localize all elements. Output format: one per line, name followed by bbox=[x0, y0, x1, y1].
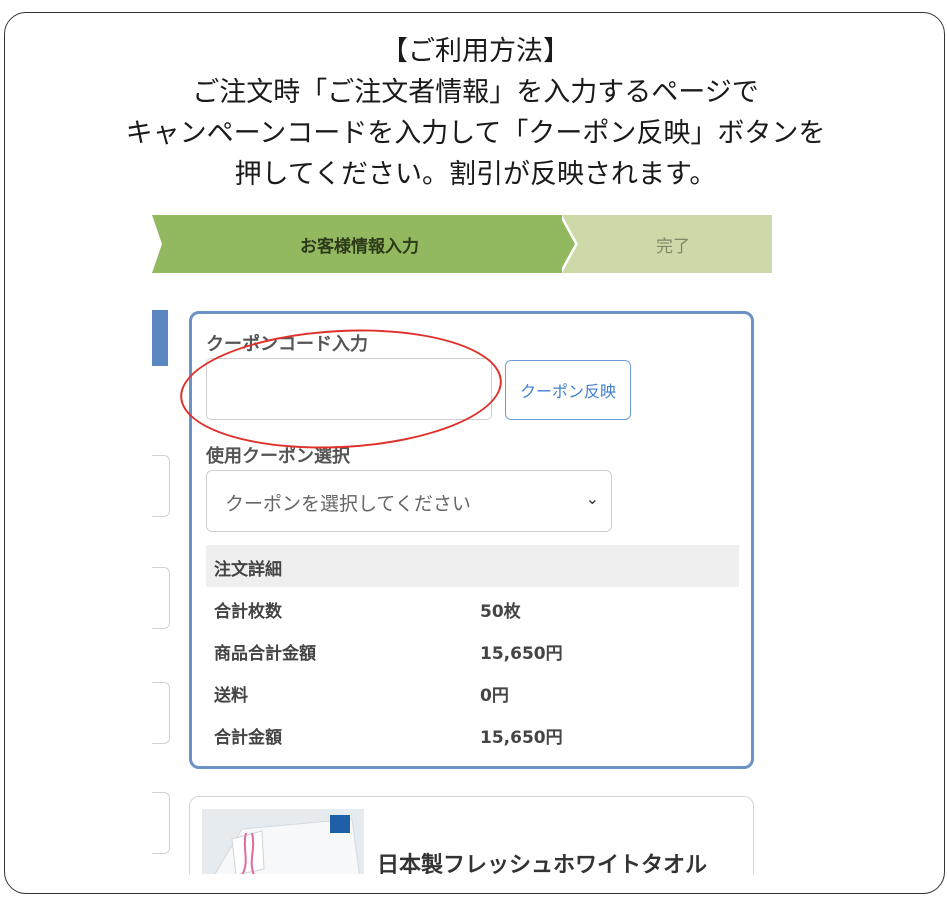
step-complete-label: 完了 bbox=[656, 237, 690, 257]
form-field-edge[interactable] bbox=[152, 682, 170, 744]
order-row-value: 0円 bbox=[480, 686, 509, 706]
order-row-label: 送料 bbox=[214, 686, 248, 706]
form-field-edge[interactable] bbox=[152, 567, 170, 629]
instructions-line-3: 押してください。割引が反映されます。 bbox=[234, 159, 717, 190]
step-arrow bbox=[559, 215, 575, 273]
coupon-select-value: クーポンを選択してください bbox=[225, 493, 471, 515]
section-accent-bar bbox=[152, 310, 168, 366]
instructions-line-1: ご注文時「ご注文者情報」を入力するページで bbox=[192, 77, 759, 108]
checkout-screenshot: お客様情報入力 完了 クーポンコード入力 クーポン反映 使用クーポン選択 クーポ… bbox=[152, 212, 772, 874]
product-title: 日本製フレッシュホワイトタオル bbox=[377, 853, 708, 874]
checkout-steps: お客様情報入力 完了 bbox=[152, 215, 772, 273]
order-row-label: 合計金額 bbox=[214, 728, 282, 748]
form-field-edge[interactable] bbox=[152, 455, 170, 517]
step-notch bbox=[152, 215, 162, 273]
order-row-value: 50枚 bbox=[480, 602, 521, 622]
order-row-label: 商品合計金額 bbox=[214, 644, 316, 664]
usage-instructions: 【ご利用方法】 ご注文時「ご注文者情報」を入力するページで キャンペーンコードを… bbox=[5, 31, 944, 195]
order-row-value: 15,650円 bbox=[480, 644, 563, 664]
order-detail-title: 注文詳細 bbox=[214, 560, 282, 580]
chevron-down-icon: ⌄ bbox=[585, 489, 599, 508]
step-customer-info-label: お客様情報入力 bbox=[300, 237, 419, 257]
order-row-value: 15,650円 bbox=[480, 728, 563, 748]
product-card[interactable]: 日本製フレッシュホワイトタオル bbox=[189, 796, 754, 874]
product-image bbox=[202, 809, 364, 874]
instructions-line-2: キャンペーンコードを入力して「クーポン反映」ボタンを bbox=[125, 118, 826, 149]
coupon-select[interactable]: クーポンを選択してください ⌄ bbox=[206, 470, 612, 532]
coupon-apply-button[interactable]: クーポン反映 bbox=[505, 360, 631, 420]
instructions-heading: 【ご利用方法】 bbox=[381, 36, 570, 67]
order-row-label: 合計枚数 bbox=[214, 602, 282, 622]
towel-icon bbox=[202, 809, 364, 874]
form-field-edge[interactable] bbox=[152, 792, 170, 854]
order-detail-header: 注文詳細 bbox=[206, 545, 739, 587]
